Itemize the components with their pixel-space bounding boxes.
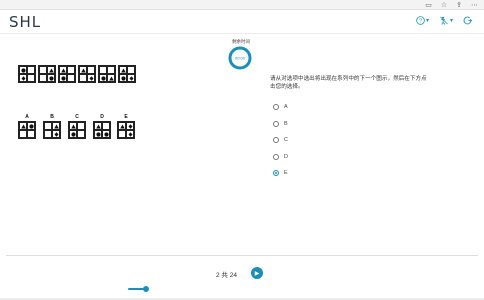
question-text: 请从对选项中选出将出现在系列中的下一个图示，然后在下方点击您的选择。 — [270, 76, 427, 90]
answer-letter-e: E — [124, 114, 128, 120]
option-d[interactable]: D — [273, 149, 288, 166]
triangle-symbol — [53, 124, 59, 128]
diamond-symbol — [89, 75, 93, 81]
help-button[interactable]: ? ▾ — [416, 16, 429, 25]
answer-letter-a: A — [25, 114, 29, 120]
browser-chrome: ▭ ☆ ⇪ ⋯ — [0, 0, 484, 10]
arrow-right-icon: ▶ — [254, 270, 260, 277]
diamond-symbol — [129, 75, 133, 81]
circle-symbol — [48, 75, 54, 81]
series-figure-1 — [18, 65, 36, 83]
option-label: A — [284, 104, 288, 111]
option-e[interactable]: E — [273, 165, 288, 182]
circle-symbol — [28, 123, 34, 129]
option-label: C — [284, 137, 288, 144]
radio-button[interactable] — [273, 120, 279, 127]
circle-symbol — [100, 75, 106, 81]
series-figure-4 — [78, 65, 96, 83]
chevron-down-icon: ▾ — [425, 18, 429, 24]
diamond-symbol — [128, 123, 132, 129]
reader-icon[interactable]: ▭ — [425, 1, 432, 9]
answer-figure-a — [18, 121, 36, 139]
app-header: SHL ? ▾ ▾ — [0, 10, 484, 34]
answer-figure-d — [93, 121, 111, 139]
answer-figure-b — [43, 121, 61, 139]
header-actions: ? ▾ ▾ — [416, 16, 472, 25]
triangle-symbol — [70, 124, 76, 128]
diamond-symbol — [21, 75, 25, 81]
triangle-symbol — [48, 68, 54, 72]
series-figure-5 — [98, 65, 116, 83]
circle-symbol — [60, 75, 66, 81]
radio-button[interactable] — [273, 137, 279, 144]
answer-letter-c: C — [75, 114, 79, 120]
triangle-symbol — [120, 68, 126, 72]
timer-value: 00:00 — [235, 56, 246, 61]
series-figure-2 — [38, 65, 56, 83]
triangle-symbol — [60, 68, 66, 72]
svg-text:?: ? — [419, 18, 422, 24]
triangle-symbol — [80, 68, 86, 72]
series-figure-6 — [118, 65, 136, 83]
answer-figure-c — [68, 121, 86, 139]
progress-indicator — [143, 286, 149, 292]
next-button[interactable]: ▶ — [251, 267, 263, 279]
browser-toolbar: ▭ ☆ ⇪ ⋯ — [425, 1, 478, 9]
circle-symbol — [20, 67, 26, 73]
circle-symbol — [70, 131, 76, 137]
circle-symbol — [95, 131, 101, 137]
triangle-symbol — [108, 76, 114, 80]
diamond-symbol — [54, 131, 58, 137]
exit-button[interactable] — [463, 16, 472, 25]
radio-button-selected[interactable] — [273, 170, 279, 177]
answer-figure-e — [117, 121, 135, 139]
triangle-symbol — [20, 124, 26, 128]
radio-button[interactable] — [273, 104, 279, 111]
test-page: SHL ? ▾ ▾ 剩余时间 00:00 A B C D E 请从对选项中选出将… — [0, 10, 484, 300]
timer-ring: 00:00 — [228, 46, 252, 70]
accessibility-icon — [440, 16, 448, 25]
question-circle-icon: ? — [416, 16, 425, 25]
triangle-symbol — [95, 124, 101, 128]
triangle-symbol — [119, 124, 125, 128]
option-c[interactable]: C — [273, 132, 288, 149]
favorite-icon[interactable]: ☆ — [441, 1, 447, 9]
footer-divider — [6, 255, 478, 256]
logo: SHL — [9, 13, 42, 31]
answer-letter-d: D — [100, 114, 104, 120]
answer-letter-b: B — [50, 114, 54, 120]
diamond-symbol — [128, 131, 132, 137]
series-figure-3 — [58, 65, 76, 83]
circle-symbol — [120, 75, 126, 81]
answer-options: A B C D E — [273, 99, 288, 182]
radio-button[interactable] — [273, 153, 279, 160]
timer-label: 剩余时间 — [232, 39, 250, 44]
option-label: D — [284, 153, 288, 160]
more-icon[interactable]: ⋯ — [471, 1, 478, 9]
accessibility-button[interactable]: ▾ — [439, 16, 453, 25]
option-a[interactable]: A — [273, 99, 288, 116]
page-indicator: 2 共 24 — [216, 272, 237, 279]
chevron-down-icon: ▾ — [449, 18, 453, 24]
exit-icon — [463, 16, 472, 25]
option-label: E — [284, 170, 288, 177]
option-label: B — [284, 120, 288, 127]
circle-symbol — [103, 131, 109, 137]
option-b[interactable]: B — [273, 116, 288, 133]
share-icon[interactable]: ⇪ — [456, 1, 462, 9]
